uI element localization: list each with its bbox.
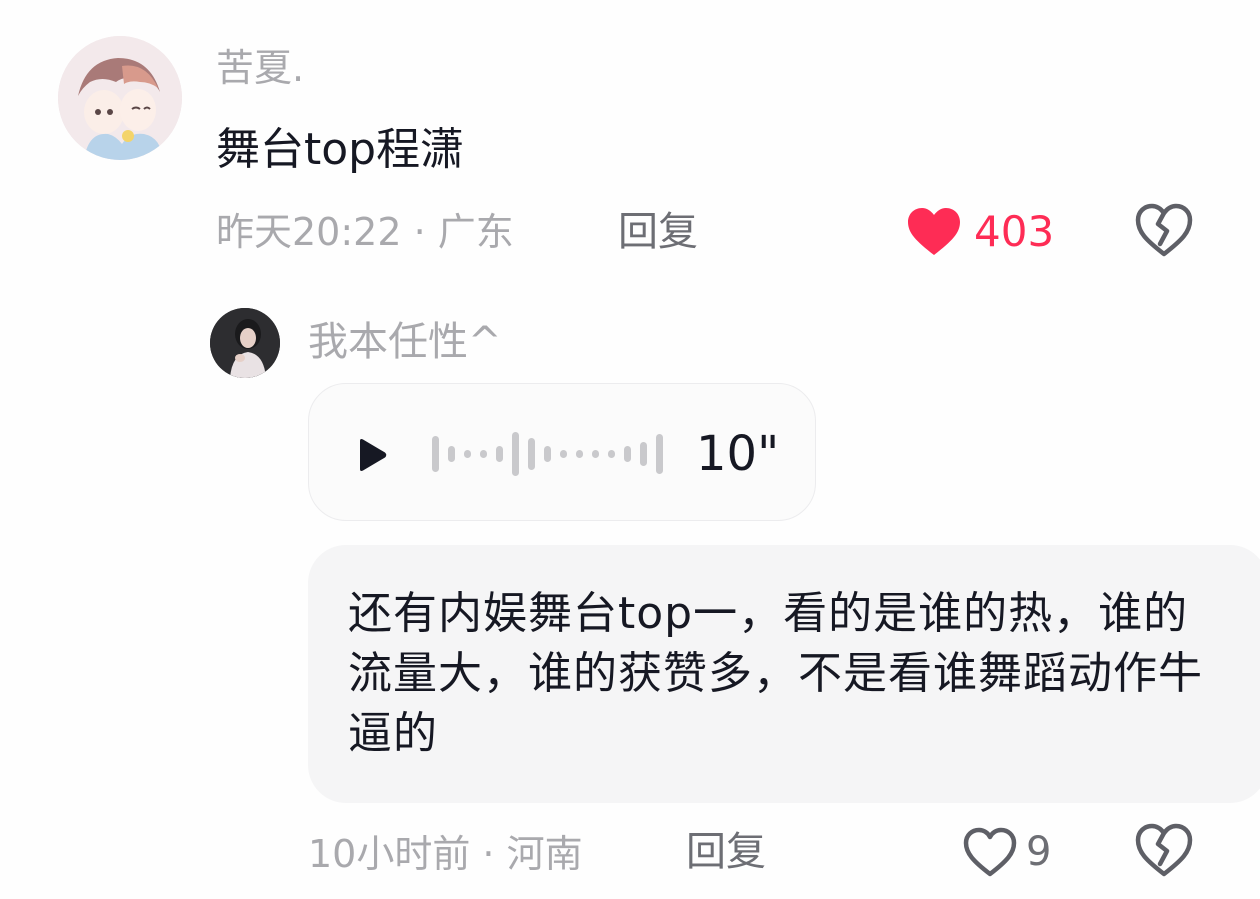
voice-duration: 10" [696, 426, 780, 482]
main-comment-avatar[interactable] [58, 36, 182, 160]
reply-reply-button[interactable]: 回复 [686, 826, 766, 878]
reply-username[interactable]: 我本任性^ [308, 316, 502, 368]
main-comment-username[interactable]: 苦夏. [216, 44, 304, 92]
heart-outline-icon [963, 827, 1017, 877]
broken-heart-icon [1135, 203, 1193, 257]
main-comment-like-button[interactable]: 403 [906, 204, 1054, 260]
heart-filled-icon [908, 208, 960, 255]
reply-like-button[interactable]: 9 [962, 824, 1051, 880]
main-comment-reply-button[interactable]: 回复 [618, 206, 698, 258]
main-comment-dislike-button[interactable] [1134, 202, 1194, 262]
reply-meta: 10小时前 · 河南 [308, 832, 583, 876]
main-comment-text: 舞台top程潇 [216, 124, 465, 175]
avatar-photo [210, 308, 280, 378]
main-comment-meta: 昨天20:22 · 广东 [216, 210, 514, 254]
main-comment-like-count: 403 [974, 207, 1055, 256]
reply-dislike-button[interactable] [1134, 822, 1194, 882]
reply-text: 还有内娱舞台top一，看的是谁的热，谁的流量大，谁的获赞多，不是看谁舞蹈动作牛逼… [348, 588, 1203, 759]
reply-like-count: 9 [1026, 829, 1052, 875]
reply-avatar[interactable] [210, 308, 280, 378]
avatar-illustration [58, 36, 182, 160]
play-icon[interactable] [356, 438, 388, 476]
broken-heart-icon [1135, 823, 1193, 877]
voice-waveform [432, 428, 664, 484]
